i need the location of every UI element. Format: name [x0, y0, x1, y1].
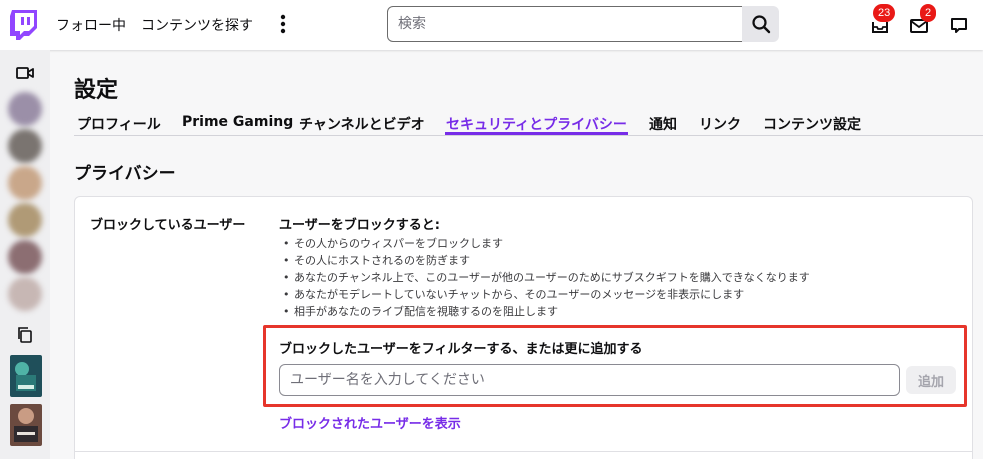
twitch-logo-icon[interactable] [9, 9, 39, 41]
username-input[interactable] [279, 364, 900, 396]
inbox-badge: 2 [920, 4, 937, 22]
following-link[interactable]: フォロー中 [56, 15, 126, 35]
top-navigation: フォロー中 コンテンツを探す 23 2 [0, 0, 983, 50]
active-tab-indicator [445, 132, 628, 135]
avatar[interactable] [8, 92, 42, 126]
page-title: 設定 [74, 78, 119, 103]
tab-content-preferences[interactable]: コンテンツ設定 [763, 114, 861, 134]
game-thumbnail[interactable] [10, 355, 42, 397]
divider [75, 451, 972, 452]
notifications-badge: 23 [873, 4, 896, 22]
block-effects-list: その人からのウィスパーをブロックします その人にホストされるのを防ぎます あなた… [283, 235, 810, 320]
whispers-icon[interactable] [949, 15, 969, 35]
search-bar [387, 6, 779, 42]
search-icon [751, 15, 770, 34]
search-button[interactable] [742, 6, 779, 42]
video-camera-icon[interactable] [15, 63, 35, 83]
tab-profile[interactable]: プロフィール [77, 114, 161, 134]
blocked-users-label: ブロックしているユーザー [90, 218, 246, 233]
list-item: 相手があなたのライブ配信を視聴するのを阻止します [283, 303, 810, 320]
list-item: あなたがモデレートしていないチャットから、そのユーザーのメッセージを非表示にしま… [283, 286, 810, 303]
view-blocked-users-link[interactable]: ブロックされたユーザーを表示 [279, 413, 461, 432]
avatar[interactable] [8, 277, 42, 311]
list-item: あなたのチャンネル上で、このユーザーが他のユーザーのためにサブスクギフトを購入で… [283, 269, 810, 286]
browse-link[interactable]: コンテンツを探す [141, 15, 253, 35]
list-item: その人にホストされるのを防ぎます [283, 252, 810, 269]
side-navigation [0, 50, 50, 459]
avatar[interactable] [8, 240, 42, 274]
more-vertical-icon[interactable] [273, 13, 293, 35]
tab-security-and-privacy[interactable]: セキュリティとプライバシー [446, 114, 627, 134]
add-button[interactable]: 追加 [906, 366, 956, 394]
game-thumbnail[interactable] [10, 404, 42, 446]
tab-prime-gaming[interactable]: Prime Gaming [182, 114, 293, 130]
tab-channel-and-videos[interactable]: チャンネルとビデオ [299, 114, 425, 134]
settings-tabs: プロフィール Prime Gaming チャンネルとビデオ セキュリティとプライ… [74, 110, 983, 136]
list-item: その人からのウィスパーをブロックします [283, 235, 810, 252]
search-input[interactable] [387, 6, 743, 42]
section-title: プライバシー [74, 164, 176, 184]
filter-label: ブロックしたユーザーをフィルターする、または更に追加する [279, 342, 643, 357]
tab-connections[interactable]: リンク [699, 114, 741, 134]
avatar[interactable] [8, 203, 42, 237]
avatar[interactable] [8, 166, 42, 200]
avatar[interactable] [8, 129, 42, 163]
block-effects-heading: ユーザーをブロックすると: [279, 218, 440, 233]
copy-icon[interactable] [15, 325, 35, 345]
tab-notifications[interactable]: 通知 [649, 114, 677, 134]
